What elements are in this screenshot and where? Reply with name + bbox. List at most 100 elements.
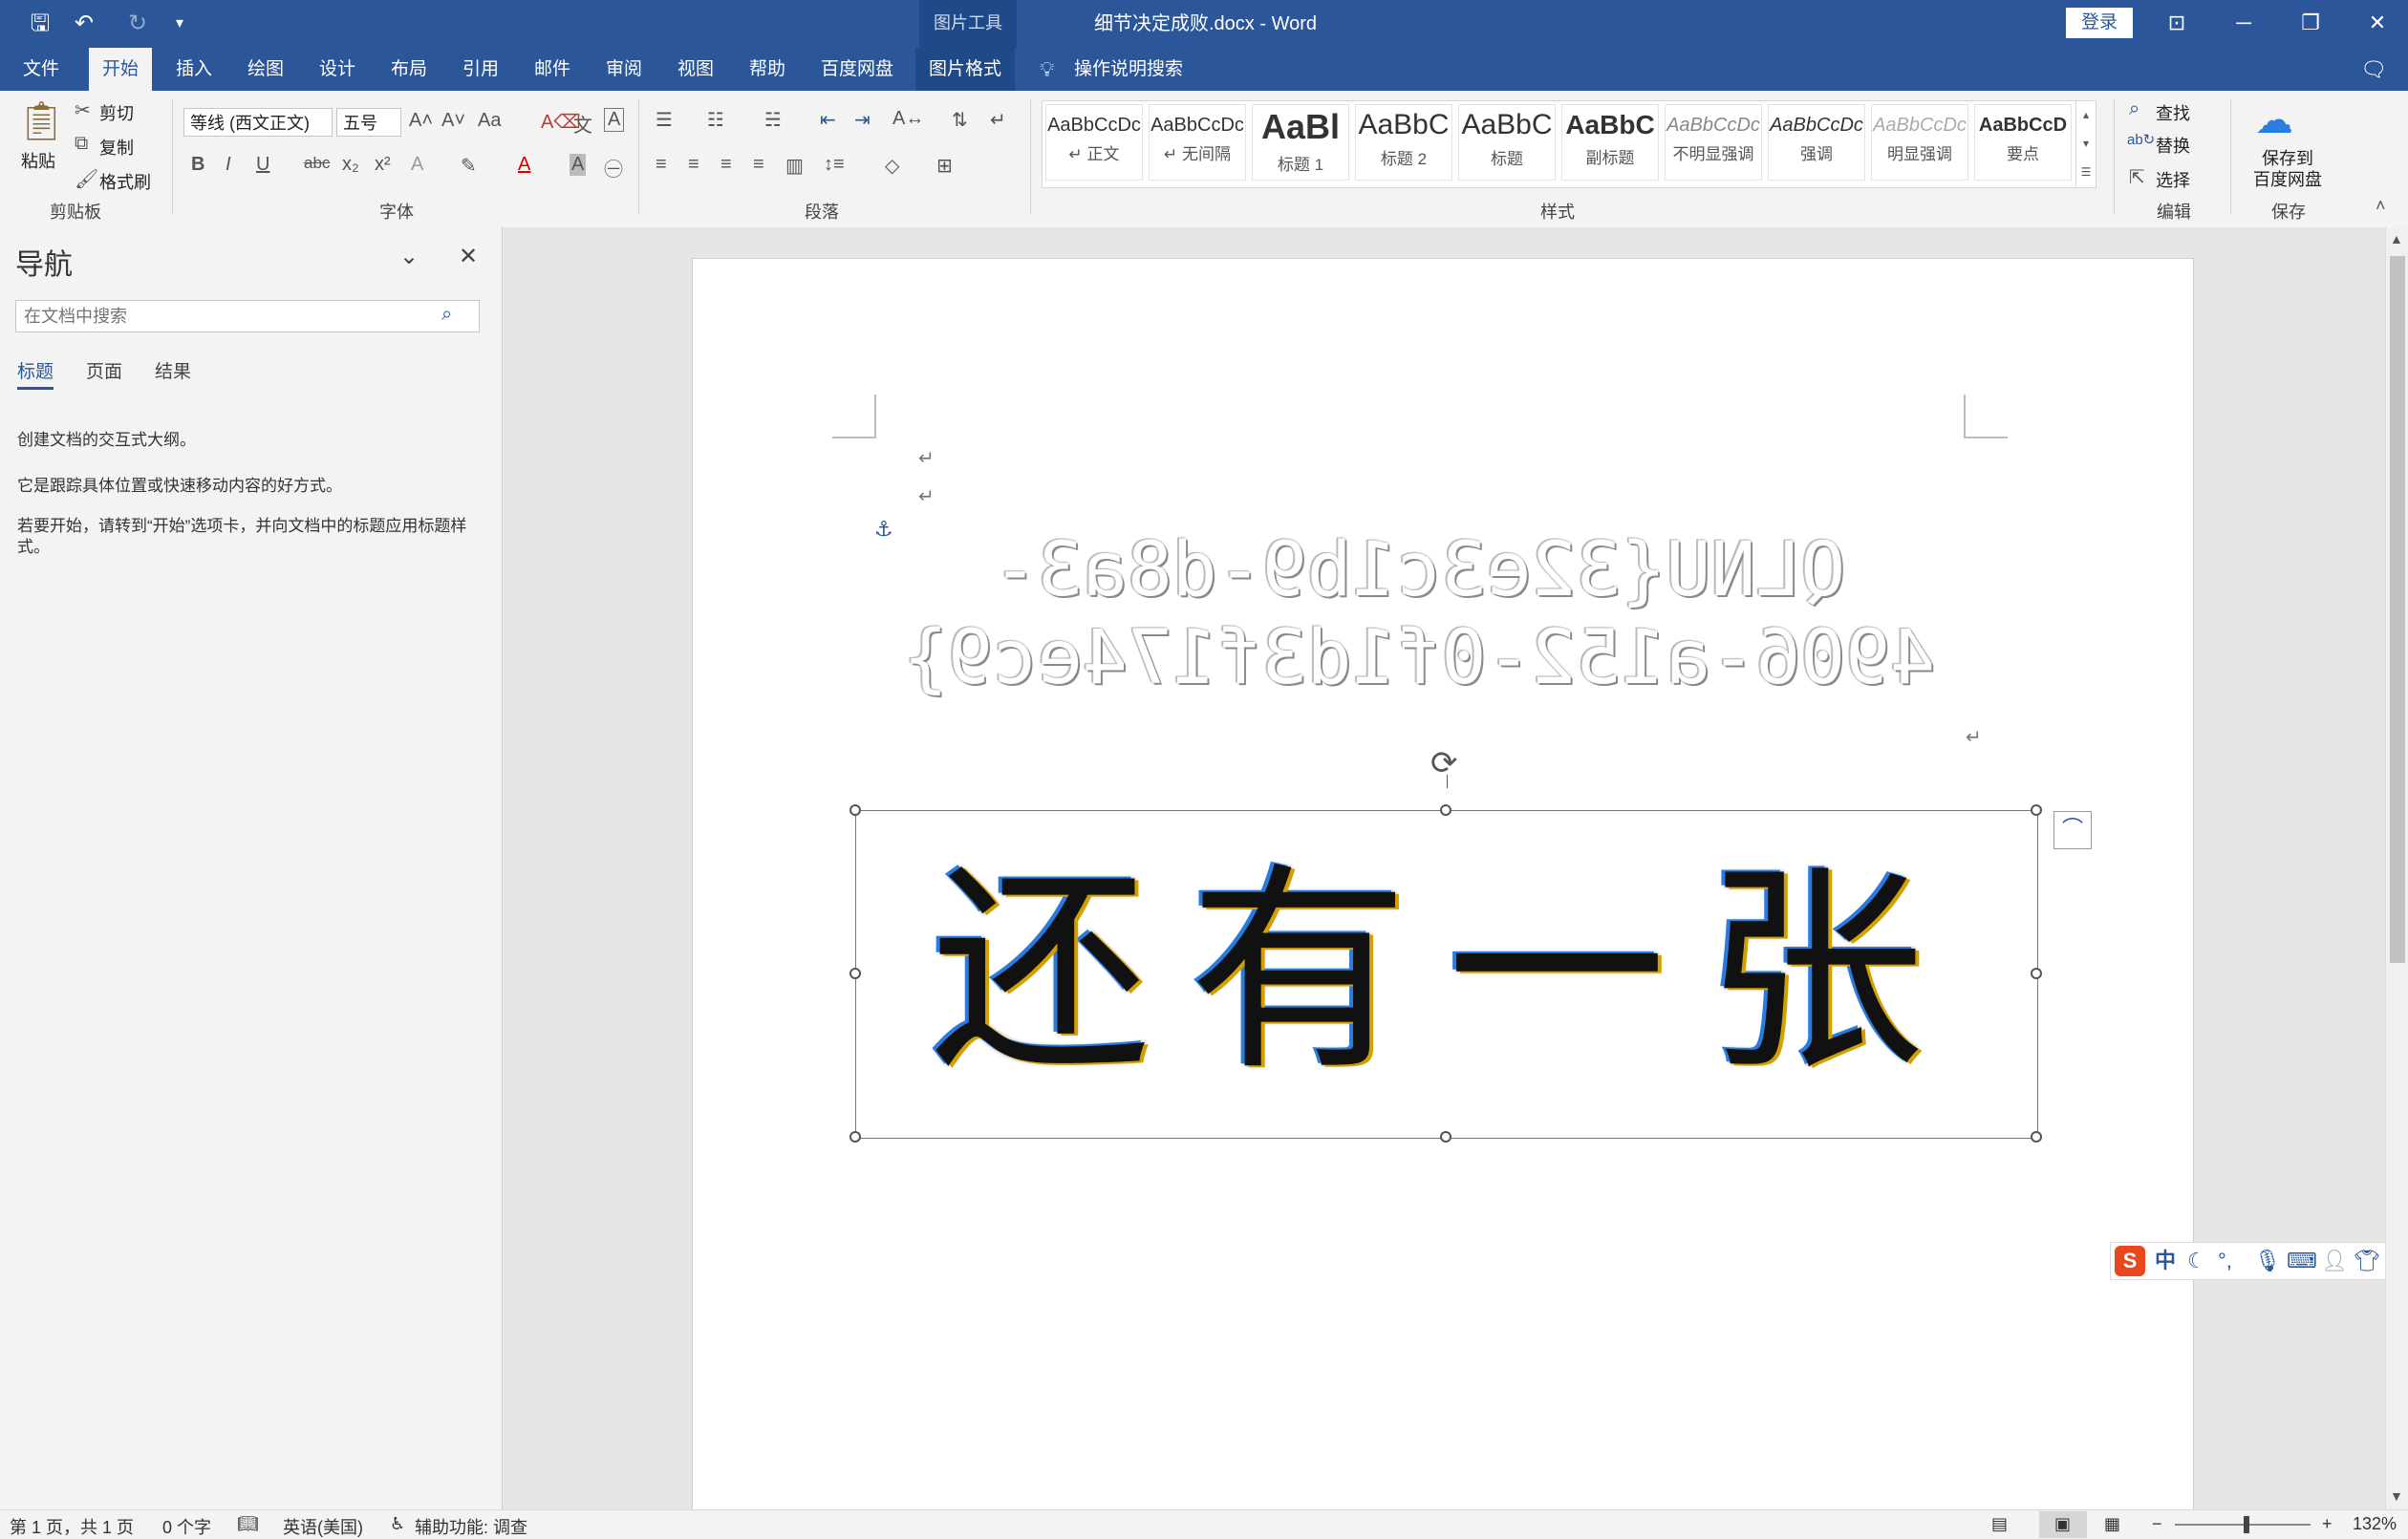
nav-close-icon[interactable]: ✕ (459, 243, 478, 270)
resize-handle[interactable] (2031, 1131, 2042, 1143)
keyboard-icon[interactable]: ⌨ (2287, 1243, 2317, 1279)
shrink-font-icon[interactable]: A˅ (441, 110, 465, 132)
rotate-handle-icon[interactable]: ⟳ (1430, 744, 1458, 782)
phonetic-guide-icon[interactable]: 文 (573, 110, 592, 138)
change-case-icon[interactable]: Aa (478, 110, 501, 132)
style-no-spacing[interactable]: AaBbCcDc ↵ 无间隔 (1149, 104, 1246, 181)
multilevel-list-icon[interactable]: ☵ (764, 108, 782, 132)
resize-handle[interactable] (2031, 804, 2042, 816)
find-button[interactable]: 查找 (2156, 100, 2190, 125)
style-subtitle[interactable]: AaBbC 副标题 (1561, 104, 1659, 181)
nav-search-input[interactable] (15, 300, 480, 332)
tab-view[interactable]: 视图 (664, 48, 727, 91)
undo-icon[interactable]: ↶ (65, 6, 103, 42)
strikethrough-icon[interactable]: abc (304, 154, 330, 173)
line-spacing-icon[interactable]: ↕≡ (824, 154, 845, 176)
language[interactable]: 英语(美国) (283, 1514, 363, 1539)
decrease-indent-icon[interactable]: ⇤ (820, 108, 836, 132)
sogou-logo-icon[interactable]: S (2115, 1246, 2145, 1276)
format-painter-button[interactable]: 格式刷 (99, 169, 151, 194)
align-left-icon[interactable]: ≡ (656, 154, 667, 176)
tab-file[interactable]: 文件 (10, 48, 73, 91)
text-effects-icon[interactable]: A (411, 154, 423, 176)
align-right-icon[interactable]: ≡ (720, 154, 732, 176)
select-button[interactable]: 选择 (2156, 167, 2190, 192)
style-heading-2[interactable]: AaBbC 标题 2 (1355, 104, 1452, 181)
page-count[interactable]: 第 1 页，共 1 页 (10, 1514, 134, 1539)
scroll-down-icon[interactable]: ▼ (2390, 1488, 2403, 1504)
tell-me-search[interactable]: 操作说明搜索 (1074, 48, 1183, 91)
nav-tab-pages[interactable]: 页面 (86, 357, 122, 383)
tab-home[interactable]: 开始 (89, 48, 153, 91)
tab-review[interactable]: 审阅 (592, 48, 656, 91)
paste-button[interactable]: 粘贴 (21, 148, 55, 173)
minimize-button[interactable]: ─ (2210, 0, 2277, 46)
nav-options-icon[interactable]: ⌄ (399, 243, 419, 270)
collapse-ribbon-icon[interactable]: ˄ (2376, 196, 2386, 216)
word-count[interactable]: 0 个字 (162, 1514, 211, 1539)
borders-icon[interactable]: ⊞ (936, 154, 953, 178)
nav-tab-headings[interactable]: 标题 (17, 357, 54, 390)
subscript-icon[interactable]: x₂ (342, 154, 359, 176)
read-mode-icon[interactable]: ▤ (1991, 1514, 2008, 1534)
restore-button[interactable]: ❐ (2277, 0, 2344, 46)
character-shading-icon[interactable]: A (570, 154, 587, 176)
web-layout-icon[interactable]: ▦ (2104, 1514, 2120, 1534)
tab-layout[interactable]: 布局 (377, 48, 441, 91)
login-button[interactable]: 登录 (2066, 8, 2133, 38)
distributed-icon[interactable]: ▥ (785, 154, 804, 178)
underline-icon[interactable]: U (256, 154, 269, 176)
tab-help[interactable]: 帮助 (736, 48, 799, 91)
paste-icon[interactable]: 📋︎ (17, 98, 66, 144)
layout-options-icon[interactable]: ⌒ (2053, 811, 2092, 849)
zoom-slider-track[interactable] (2175, 1524, 2311, 1526)
shading-icon[interactable]: ◇ (885, 154, 899, 178)
show-marks-icon[interactable]: ↵ (990, 108, 1006, 132)
tab-design[interactable]: 设计 (306, 48, 369, 91)
grow-font-icon[interactable]: A˄ (409, 110, 433, 132)
style-subtle-emphasis[interactable]: AaBbCcDc 不明显强调 (1665, 104, 1762, 181)
bullets-icon[interactable]: ☰ (656, 108, 673, 132)
tab-mailings[interactable]: 邮件 (521, 48, 584, 91)
tab-picture-format[interactable]: 图片格式 (915, 48, 1016, 91)
justify-icon[interactable]: ≡ (753, 154, 764, 176)
zoom-slider-thumb[interactable] (2244, 1516, 2249, 1533)
font-name-dropdown[interactable]: 等线 (西文正文) (183, 108, 333, 137)
chinese-layout-icon[interactable]: A↔ (892, 108, 924, 130)
ime-mode-label[interactable]: 中 (2155, 1243, 2176, 1279)
selected-image[interactable]: 还有一张 (855, 810, 2038, 1139)
nav-tab-results[interactable]: 结果 (155, 357, 191, 383)
scroll-thumb[interactable] (2390, 256, 2405, 963)
style-normal[interactable]: AaBbCcDc ↵ 正文 (1045, 104, 1143, 181)
tab-baidu-netdisk[interactable]: 百度网盘 (807, 48, 907, 91)
font-color-icon[interactable]: A (518, 154, 530, 176)
cut-button[interactable]: 剪切 (99, 100, 134, 125)
resize-handle[interactable] (849, 804, 861, 816)
numbering-icon[interactable]: ☷ (707, 108, 724, 132)
tab-draw[interactable]: 绘图 (234, 48, 297, 91)
punctuation-icon[interactable]: °, (2218, 1243, 2232, 1279)
zoom-out-icon[interactable]: − (2152, 1514, 2162, 1534)
resize-handle[interactable] (1440, 804, 1451, 816)
resize-handle[interactable] (849, 1131, 861, 1143)
print-layout-button[interactable]: ▣ (2039, 1511, 2087, 1538)
resize-handle[interactable] (2031, 968, 2042, 979)
enclose-characters-icon[interactable]: ㊀ (604, 154, 623, 182)
style-title[interactable]: AaBbC 标题 (1458, 104, 1556, 181)
bold-icon[interactable]: B (191, 154, 204, 176)
moon-icon[interactable]: ☾ (2187, 1243, 2206, 1279)
sort-icon[interactable]: ⇅ (952, 108, 968, 132)
resize-handle[interactable] (1440, 1131, 1451, 1143)
style-emphasis[interactable]: AaBbCcDc 强调 (1768, 104, 1865, 181)
zoom-in-icon[interactable]: + (2322, 1514, 2333, 1534)
styles-scroll-icon[interactable]: ▴ ▾ ☰ (2075, 100, 2096, 186)
style-heading-1[interactable]: AaBl 标题 1 (1252, 104, 1349, 181)
style-intense-emphasis[interactable]: AaBbCcDc 明显强调 (1871, 104, 1968, 181)
skin-icon[interactable]: 👕︎ (2354, 1243, 2380, 1279)
copy-button[interactable]: 复制 (99, 135, 134, 160)
character-border-icon[interactable]: A (604, 108, 625, 132)
highlight-icon[interactable]: ✎ (461, 154, 477, 178)
style-strong[interactable]: AaBbCcD 要点 (1974, 104, 2072, 181)
accessibility-status[interactable]: 辅助功能: 调查 (415, 1514, 527, 1539)
font-size-dropdown[interactable]: 五号 (336, 108, 401, 137)
